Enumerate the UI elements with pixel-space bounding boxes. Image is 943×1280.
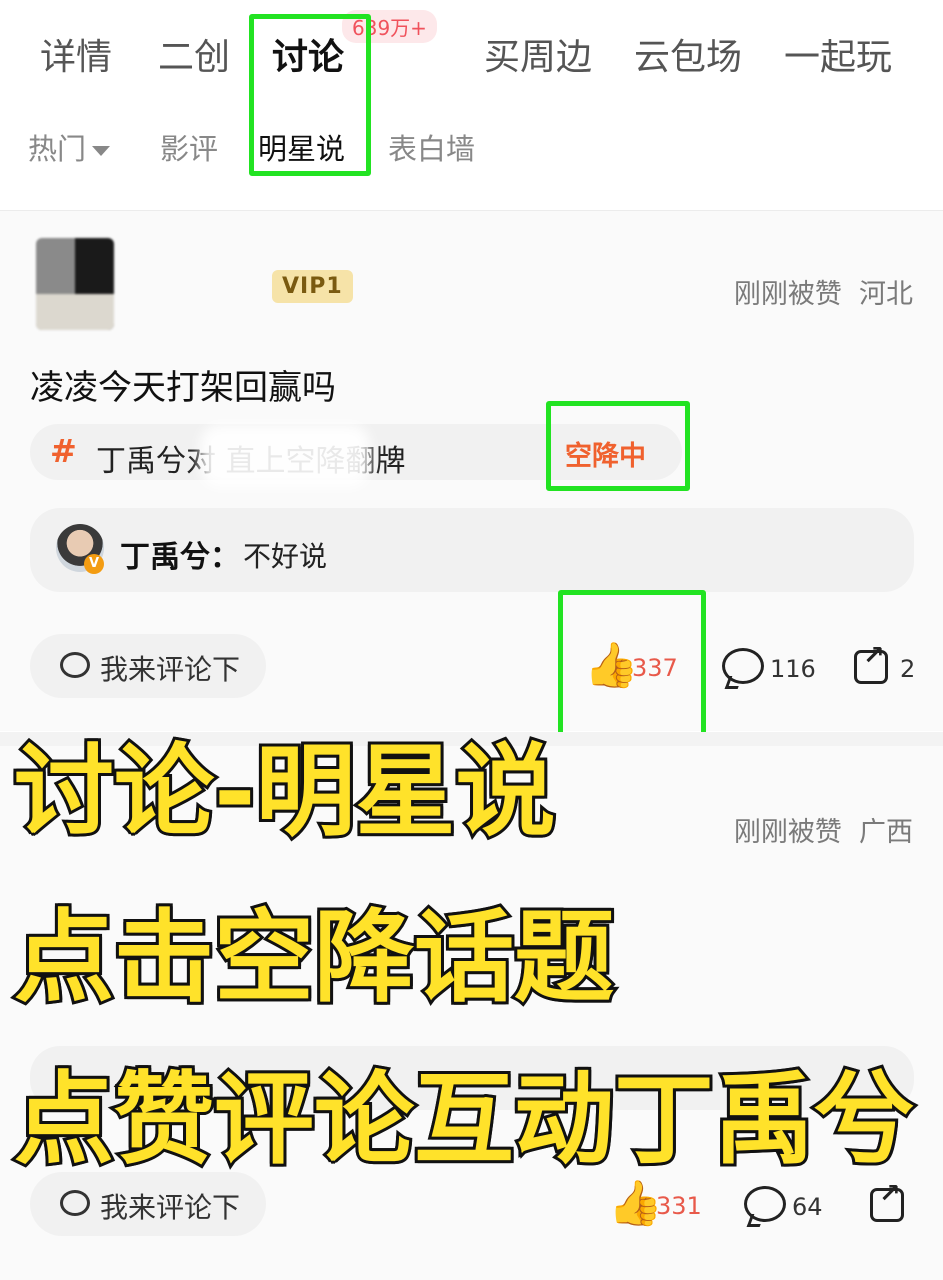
liked-status-2: 刚刚被赞 bbox=[733, 817, 842, 848]
hashtag-icon: # bbox=[50, 432, 77, 470]
vip-badge: VIP1 bbox=[272, 270, 353, 303]
tab-cloud-screening[interactable]: 云包场 bbox=[634, 28, 742, 80]
highlight-box-like bbox=[558, 590, 706, 740]
star-name-text: 丁禹兮 bbox=[120, 540, 210, 575]
liked-status: 刚刚被赞 bbox=[733, 279, 842, 310]
post-meta: 刚刚被赞 河北 bbox=[734, 272, 913, 311]
subtab-reviews[interactable]: 影评 bbox=[160, 126, 218, 168]
subtab-hot-label: 热门 bbox=[28, 132, 87, 166]
highlight-box-airdrop bbox=[546, 401, 690, 491]
reply-separator: ： bbox=[210, 540, 240, 575]
post-title[interactable]: 凌凌今天打架回赢吗 bbox=[30, 360, 336, 409]
tab-merch[interactable]: 买周边 bbox=[484, 28, 592, 80]
overlay-caption-line1: 讨论-明星说 bbox=[11, 733, 559, 850]
comment-icon bbox=[60, 652, 90, 678]
comment-bubble-icon[interactable] bbox=[722, 648, 764, 684]
star-reply-text: 不好说 bbox=[243, 540, 328, 573]
location: 河北 bbox=[859, 279, 913, 310]
share-count: 2 bbox=[900, 655, 916, 683]
highlight-box-tabs bbox=[249, 14, 371, 176]
comment-bubble-icon[interactable] bbox=[744, 1186, 786, 1222]
comment-button-label: 我来评论下 bbox=[100, 653, 241, 686]
overlay-caption-line2: 点击空降话题 bbox=[11, 899, 617, 1016]
comment-button-label-2: 我来评论下 bbox=[100, 1191, 241, 1224]
share-icon[interactable] bbox=[870, 1179, 904, 1222]
location-2: 广西 bbox=[859, 817, 913, 848]
comment-count-2: 64 bbox=[792, 1193, 823, 1221]
caret-down-icon bbox=[92, 146, 111, 156]
overlay-caption-line3: 点赞评论互动丁禹兮 bbox=[11, 1061, 917, 1178]
tab-play-together[interactable]: 一起玩 bbox=[784, 28, 892, 80]
comment-input-button[interactable]: 我来评论下 bbox=[30, 634, 266, 698]
share-icon[interactable] bbox=[854, 641, 888, 684]
avatar[interactable] bbox=[36, 238, 114, 330]
post-meta-2: 刚刚被赞 广西 bbox=[734, 810, 913, 849]
comment-icon bbox=[60, 1190, 90, 1216]
star-name[interactable]: 丁禹兮： bbox=[120, 532, 240, 576]
like-count-2: 331 bbox=[656, 1192, 702, 1220]
comment-count: 116 bbox=[770, 655, 816, 683]
tab-details[interactable]: 详情 bbox=[40, 28, 112, 80]
subtab-hot[interactable]: 热门 bbox=[28, 126, 111, 168]
verified-icon: V bbox=[84, 554, 104, 574]
tab-fan-creations[interactable]: 二创 bbox=[158, 28, 230, 80]
comment-input-button-2[interactable]: 我来评论下 bbox=[30, 1172, 266, 1236]
topic-blur-mask bbox=[200, 424, 370, 488]
thumbs-up-icon[interactable]: 👍 bbox=[608, 1182, 663, 1226]
subtab-confession-wall[interactable]: 表白墙 bbox=[388, 126, 475, 168]
